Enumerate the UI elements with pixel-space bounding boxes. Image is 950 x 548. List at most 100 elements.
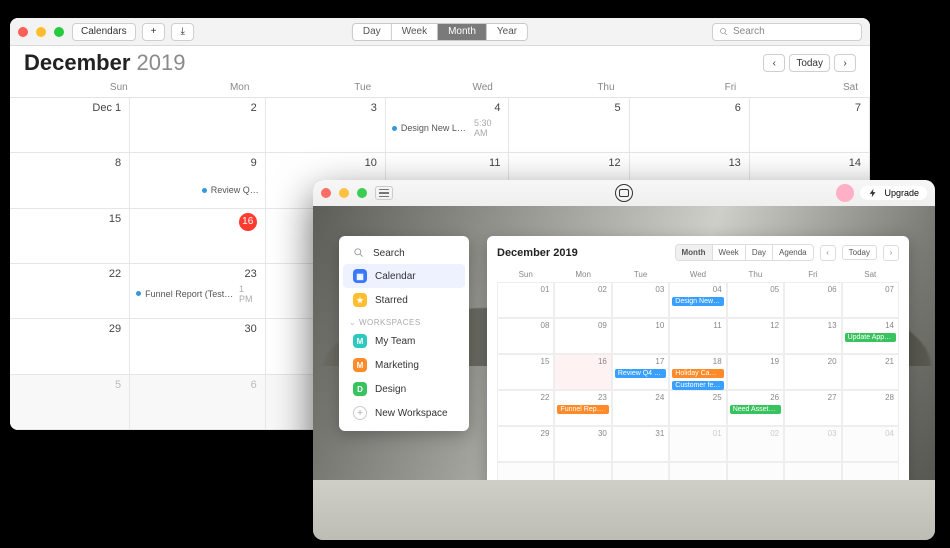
day-cell[interactable]: 6 [630, 98, 750, 153]
day-cell[interactable]: 03 [612, 282, 669, 318]
day-cell[interactable]: 17Review Q4 road… [612, 354, 669, 390]
seg-day[interactable]: Day [746, 245, 773, 260]
day-cell[interactable]: 09 [554, 318, 611, 354]
upgrade-button[interactable]: Upgrade [860, 186, 927, 200]
day-cell[interactable]: 02 [727, 426, 784, 462]
day-cell[interactable]: 23Funnel Report (Test - …1 PM [130, 264, 266, 319]
calendar-event[interactable]: Customer feed… [672, 381, 723, 390]
activity-icon[interactable]: ✧ [345, 518, 363, 534]
calendar-event[interactable]: Review Q… [136, 185, 259, 195]
prev-button[interactable]: ‹ [763, 54, 785, 72]
day-cell[interactable]: 28 [842, 390, 899, 426]
day-cell[interactable]: 12 [727, 318, 784, 354]
day-cell[interactable]: 5 [10, 375, 130, 430]
day-cell[interactable]: 16 [130, 209, 266, 264]
minimize-icon[interactable] [339, 188, 349, 198]
day-cell[interactable]: 06 [784, 282, 841, 318]
day-cell[interactable]: 05 [727, 282, 784, 318]
sidebar-item-starred[interactable]: ★ Starred [343, 288, 465, 312]
day-cell[interactable] [784, 462, 841, 498]
day-cell[interactable]: 04Design New Lo… [669, 282, 726, 318]
day-cell[interactable]: 9Review Q… [130, 153, 266, 208]
close-icon[interactable] [321, 188, 331, 198]
calendar-event[interactable]: Need Assets for… [730, 405, 781, 414]
language-selector[interactable]: English (US) ⌄ [814, 517, 905, 534]
calendar-event[interactable]: Design New Logo…5:30 AM [392, 118, 503, 138]
day-cell[interactable]: 20 [784, 354, 841, 390]
calendar-event[interactable]: Review Q4 road… [615, 369, 666, 378]
day-cell[interactable] [612, 462, 669, 498]
day-cell[interactable]: 18Holiday Campai…Customer feed… [669, 354, 726, 390]
minimize-icon[interactable] [36, 27, 46, 37]
day-cell[interactable] [727, 462, 784, 498]
prev-button[interactable]: ‹ [820, 245, 836, 261]
day-cell[interactable]: 6 [130, 375, 266, 430]
sidebar-item-my-team[interactable]: M My Team [343, 329, 465, 353]
day-cell[interactable]: 7 [750, 98, 870, 153]
zoom-icon[interactable] [54, 27, 64, 37]
menu-icon[interactable] [375, 186, 393, 200]
day-cell[interactable]: 5 [509, 98, 629, 153]
day-cell[interactable]: 26Need Assets for… [727, 390, 784, 426]
day-cell[interactable]: 01 [669, 426, 726, 462]
day-cell[interactable]: 21 [842, 354, 899, 390]
day-cell[interactable]: 29 [497, 426, 554, 462]
day-cell[interactable]: 22 [497, 390, 554, 426]
day-cell[interactable]: 10 [612, 318, 669, 354]
day-cell[interactable]: 14Update App Ico… [842, 318, 899, 354]
day-cell[interactable]: 23Funnel Report (… [554, 390, 611, 426]
day-cell[interactable]: 11 [669, 318, 726, 354]
calendar-event[interactable]: Holiday Campai… [672, 369, 723, 378]
day-cell[interactable] [554, 462, 611, 498]
day-cell[interactable]: 19 [727, 354, 784, 390]
day-cell[interactable]: 25 [669, 390, 726, 426]
calendars-button[interactable]: Calendars [72, 23, 136, 41]
seg-year[interactable]: Year [487, 24, 527, 40]
day-cell[interactable]: 13 [784, 318, 841, 354]
day-cell[interactable]: 15 [10, 209, 130, 264]
mini-month-grid[interactable]: 01020304Design New Lo…050607080910111213… [497, 282, 899, 498]
calendar-view-segmented[interactable]: Month Week Day Agenda [675, 244, 814, 261]
help-button[interactable]: ? [909, 519, 925, 532]
view-segmented-control[interactable]: Day Week Month Year [352, 23, 528, 41]
next-button[interactable]: › [834, 54, 856, 72]
seg-week[interactable]: Week [713, 245, 746, 260]
calendar-event[interactable]: Funnel Report (… [557, 405, 608, 414]
day-cell[interactable]: 8 [10, 153, 130, 208]
day-cell[interactable]: 01 [497, 282, 554, 318]
day-cell[interactable]: 04 [842, 426, 899, 462]
calendar-event[interactable]: Funnel Report (Test - …1 PM [136, 284, 259, 304]
day-cell[interactable]: 02 [554, 282, 611, 318]
today-button[interactable]: Today [842, 245, 877, 260]
close-icon[interactable] [18, 27, 28, 37]
day-cell[interactable]: 30 [130, 319, 266, 374]
next-button[interactable]: › [883, 245, 899, 261]
sidebar-section-workspaces[interactable]: Workspaces [339, 312, 469, 329]
search-input[interactable]: Search [712, 23, 862, 41]
sidebar-item-marketing[interactable]: M Marketing [343, 353, 465, 377]
day-cell[interactable]: 15 [497, 354, 554, 390]
day-cell[interactable] [842, 462, 899, 498]
sidebar-item-calendar[interactable]: ▦ Calendar [343, 264, 465, 288]
day-cell[interactable]: 03 [784, 426, 841, 462]
day-cell[interactable]: 08 [497, 318, 554, 354]
day-cell[interactable]: 16 [554, 354, 611, 390]
avatar[interactable] [836, 184, 854, 202]
sidebar-item-new-workspace[interactable]: + New Workspace [343, 401, 465, 425]
seg-day[interactable]: Day [353, 24, 392, 40]
seg-month[interactable]: Month [676, 245, 713, 260]
download-button[interactable]: ⤓ [171, 23, 193, 41]
sidebar-item-design[interactable]: D Design [343, 377, 465, 401]
seg-agenda[interactable]: Agenda [773, 245, 813, 260]
add-button[interactable]: + [142, 23, 166, 41]
day-cell[interactable]: 2 [130, 98, 266, 153]
sidebar-item-search[interactable]: Search [343, 242, 465, 264]
day-cell[interactable]: 31 [612, 426, 669, 462]
zoom-icon[interactable] [357, 188, 367, 198]
day-cell[interactable]: 29 [10, 319, 130, 374]
day-cell[interactable]: Dec 1 [10, 98, 130, 153]
today-button[interactable]: Today [789, 54, 830, 72]
calendar-event[interactable]: Update App Ico… [845, 333, 896, 342]
day-cell[interactable] [669, 462, 726, 498]
seg-month[interactable]: Month [438, 24, 487, 40]
